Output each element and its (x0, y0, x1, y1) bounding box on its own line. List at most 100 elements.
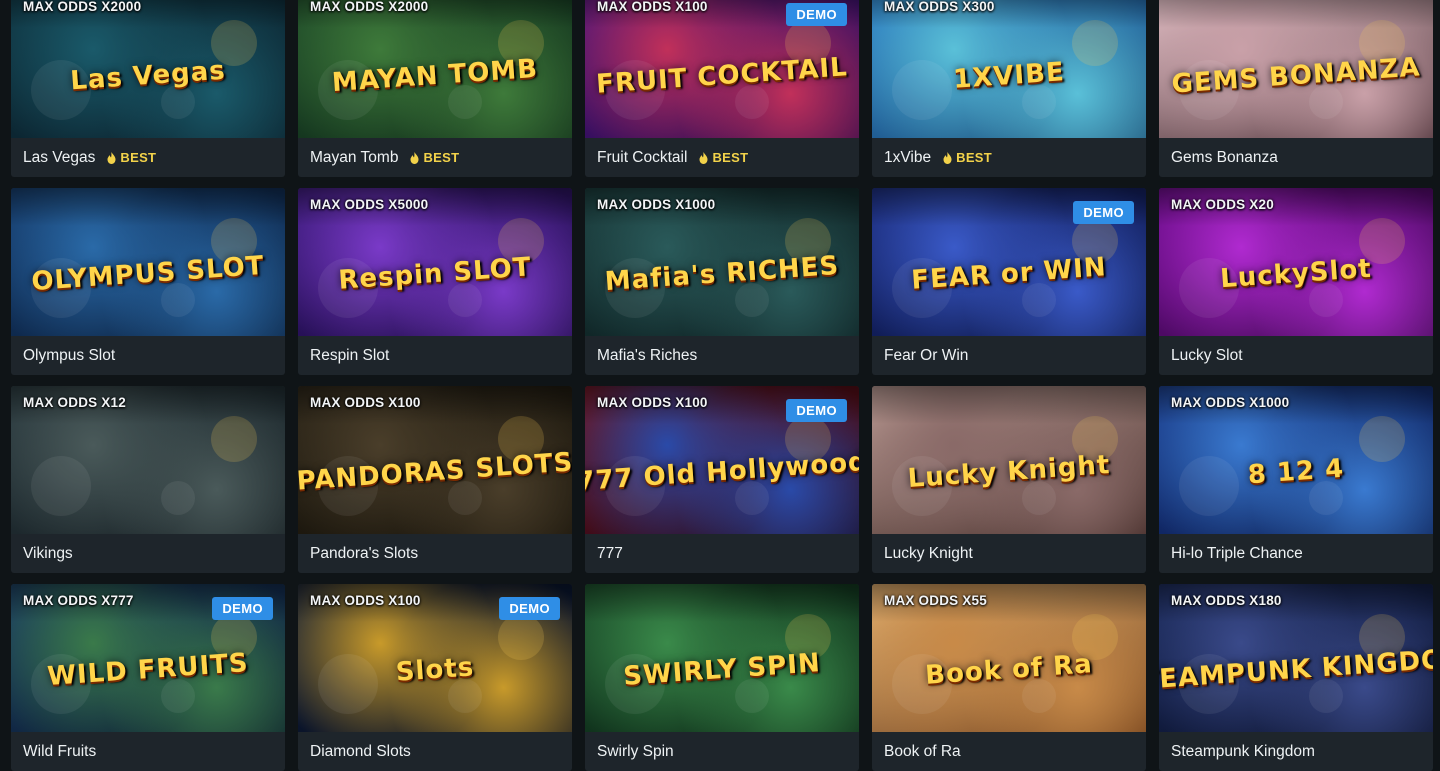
game-thumbnail[interactable]: FRUIT COCKTAIL MAX ODDS X100 DEMO (585, 0, 859, 138)
artwork-shape (318, 654, 378, 714)
game-thumbnail[interactable]: Lucky Knight (872, 386, 1146, 534)
game-title-bar[interactable]: Las Vegas BEST (11, 138, 285, 177)
game-title: Pandora's Slots (310, 544, 419, 562)
demo-badge[interactable]: DEMO (499, 597, 560, 620)
game-title-bar[interactable]: Fear Or Win (872, 336, 1146, 375)
game-card[interactable]: PANDORAS SLOTS MAX ODDS X100 Pandora's Slo… (298, 386, 572, 573)
game-title-bar[interactable]: Mafia's Riches (585, 336, 859, 375)
game-title-bar[interactable]: Book of Ra (872, 732, 1146, 771)
game-logo: MAYAN TOMB (331, 53, 539, 98)
game-thumbnail[interactable]: MAX ODDS X12 (11, 386, 285, 534)
thumbnail-scrim (1159, 0, 1433, 28)
max-odds-label: MAX ODDS X300 (884, 0, 995, 14)
artwork-shape (1309, 481, 1343, 515)
game-card[interactable]: 8 12 4 MAX ODDS X1000 Hi-lo Triple Chance (1159, 386, 1433, 573)
game-thumbnail[interactable]: STEAMPUNK KINGDOM MAX ODDS X180 (1159, 584, 1433, 732)
game-title-bar[interactable]: Respin Slot (298, 336, 572, 375)
game-title: Book of Ra (884, 742, 961, 760)
game-thumbnail[interactable]: GEMS BONANZA (1159, 0, 1433, 138)
game-card[interactable]: SWIRLY SPIN Swirly Spin (585, 584, 859, 771)
game-card[interactable]: Las Vegas MAX ODDS X2000 Las Vegas BEST (11, 0, 285, 177)
game-thumbnail[interactable]: LuckySlot MAX ODDS X20 (1159, 188, 1433, 336)
game-title-bar[interactable]: Lucky Slot (1159, 336, 1433, 375)
game-title: Olympus Slot (23, 346, 116, 364)
game-title-bar[interactable]: Hi-lo Triple Chance (1159, 534, 1433, 573)
best-label: BEST (712, 150, 749, 165)
game-card[interactable]: Slots MAX ODDS X100 DEMO Diamond Slots (298, 584, 572, 771)
game-title-bar[interactable]: 1xVibe BEST (872, 138, 1146, 177)
game-thumbnail[interactable]: PANDORAS SLOTS MAX ODDS X100 (298, 386, 572, 534)
artwork-shape (735, 85, 769, 119)
fire-icon (410, 151, 419, 164)
max-odds-label: MAX ODDS X12 (23, 395, 126, 410)
demo-badge[interactable]: DEMO (212, 597, 273, 620)
best-label: BEST (423, 150, 460, 165)
game-title-bar[interactable]: Vikings (11, 534, 285, 573)
best-badge: BEST (410, 150, 459, 165)
game-card[interactable]: MAYAN TOMB MAX ODDS X2000 Mayan Tomb BEST (298, 0, 572, 177)
game-logo: 777 Old Hollywood (585, 446, 859, 497)
game-card[interactable]: Lucky Knight Lucky Knight (872, 386, 1146, 573)
game-card[interactable]: Respin SLOT MAX ODDS X5000 Respin Slot (298, 188, 572, 375)
demo-badge[interactable]: DEMO (1073, 201, 1134, 224)
max-odds-label: MAX ODDS X2000 (23, 0, 142, 14)
game-card[interactable]: Mafia's RICHES MAX ODDS X1000 Mafia's Rich… (585, 188, 859, 375)
game-title-bar[interactable]: Gems Bonanza (1159, 138, 1433, 177)
game-thumbnail[interactable]: WILD FRUITS MAX ODDS X777 DEMO (11, 584, 285, 732)
best-badge: BEST (943, 150, 992, 165)
max-odds-label: MAX ODDS X1000 (1171, 395, 1290, 410)
demo-badge[interactable]: DEMO (786, 399, 847, 422)
game-card[interactable]: FEAR or WIN DEMO Fear Or Win (872, 188, 1146, 375)
game-card[interactable]: 777 Old Hollywood MAX ODDS X100 DEMO 777 (585, 386, 859, 573)
game-title: Hi-lo Triple Chance (1171, 544, 1303, 562)
artwork-shape (1309, 85, 1343, 119)
game-thumbnail[interactable]: OLYMPUS SLOT (11, 188, 285, 336)
game-logo: WILD FRUITS (46, 647, 250, 692)
game-title-bar[interactable]: Mayan Tomb BEST (298, 138, 572, 177)
artwork-shape (1179, 456, 1239, 516)
game-title-bar[interactable]: Pandora's Slots (298, 534, 572, 573)
game-title-bar[interactable]: Swirly Spin (585, 732, 859, 771)
artwork-shape (1022, 679, 1056, 713)
game-logo: Book of Ra (924, 649, 1094, 691)
game-thumbnail[interactable]: 8 12 4 MAX ODDS X1000 (1159, 386, 1433, 534)
game-card[interactable]: LuckySlot MAX ODDS X20 Lucky Slot (1159, 188, 1433, 375)
game-thumbnail[interactable]: Mafia's RICHES MAX ODDS X1000 (585, 188, 859, 336)
game-title-bar[interactable]: Steampunk Kingdom (1159, 732, 1433, 771)
game-card[interactable]: STEAMPUNK KINGDOM MAX ODDS X180 Steampunk … (1159, 584, 1433, 771)
game-thumbnail[interactable]: FEAR or WIN DEMO (872, 188, 1146, 336)
artwork-shape (448, 283, 482, 317)
game-thumbnail[interactable]: Las Vegas MAX ODDS X2000 (11, 0, 285, 138)
game-thumbnail[interactable]: Book of Ra MAX ODDS X55 (872, 584, 1146, 732)
game-title-bar[interactable]: Diamond Slots (298, 732, 572, 771)
game-thumbnail[interactable]: SWIRLY SPIN (585, 584, 859, 732)
artwork-shape (1309, 283, 1343, 317)
game-title-bar[interactable]: Lucky Knight (872, 534, 1146, 573)
game-card[interactable]: OLYMPUS SLOT Olympus Slot (11, 188, 285, 375)
game-thumbnail[interactable]: 777 Old Hollywood MAX ODDS X100 DEMO (585, 386, 859, 534)
game-card[interactable]: GEMS BONANZA Gems Bonanza (1159, 0, 1433, 177)
game-title-bar[interactable]: Fruit Cocktail BEST (585, 138, 859, 177)
game-title-bar[interactable]: Olympus Slot (11, 336, 285, 375)
artwork-shape (1022, 283, 1056, 317)
game-card[interactable]: MAX ODDS X12 Vikings (11, 386, 285, 573)
game-logo: Las Vegas (69, 55, 227, 97)
game-card[interactable]: Book of Ra MAX ODDS X55 Book of Ra (872, 584, 1146, 771)
game-card[interactable]: FRUIT COCKTAIL MAX ODDS X100 DEMO Fruit Coc… (585, 0, 859, 177)
game-thumbnail[interactable]: MAYAN TOMB MAX ODDS X2000 (298, 0, 572, 138)
game-title: 777 (597, 544, 623, 562)
game-title-bar[interactable]: 777 (585, 534, 859, 573)
game-card[interactable]: 1XVIBE MAX ODDS X300 1xVibe BEST (872, 0, 1146, 177)
game-thumbnail[interactable]: 1XVIBE MAX ODDS X300 (872, 0, 1146, 138)
game-card[interactable]: WILD FRUITS MAX ODDS X777 DEMO Wild Fruits (11, 584, 285, 771)
demo-badge[interactable]: DEMO (786, 3, 847, 26)
fire-icon (699, 151, 708, 164)
max-odds-label: MAX ODDS X100 (310, 395, 421, 410)
game-logo: Lucky Knight (906, 449, 1112, 494)
game-thumbnail[interactable]: Respin SLOT MAX ODDS X5000 (298, 188, 572, 336)
game-title-bar[interactable]: Wild Fruits (11, 732, 285, 771)
max-odds-label: MAX ODDS X100 (310, 593, 421, 608)
game-logo: SWIRLY SPIN (622, 647, 822, 692)
game-thumbnail[interactable]: Slots MAX ODDS X100 DEMO (298, 584, 572, 732)
game-title: Fear Or Win (884, 346, 969, 364)
